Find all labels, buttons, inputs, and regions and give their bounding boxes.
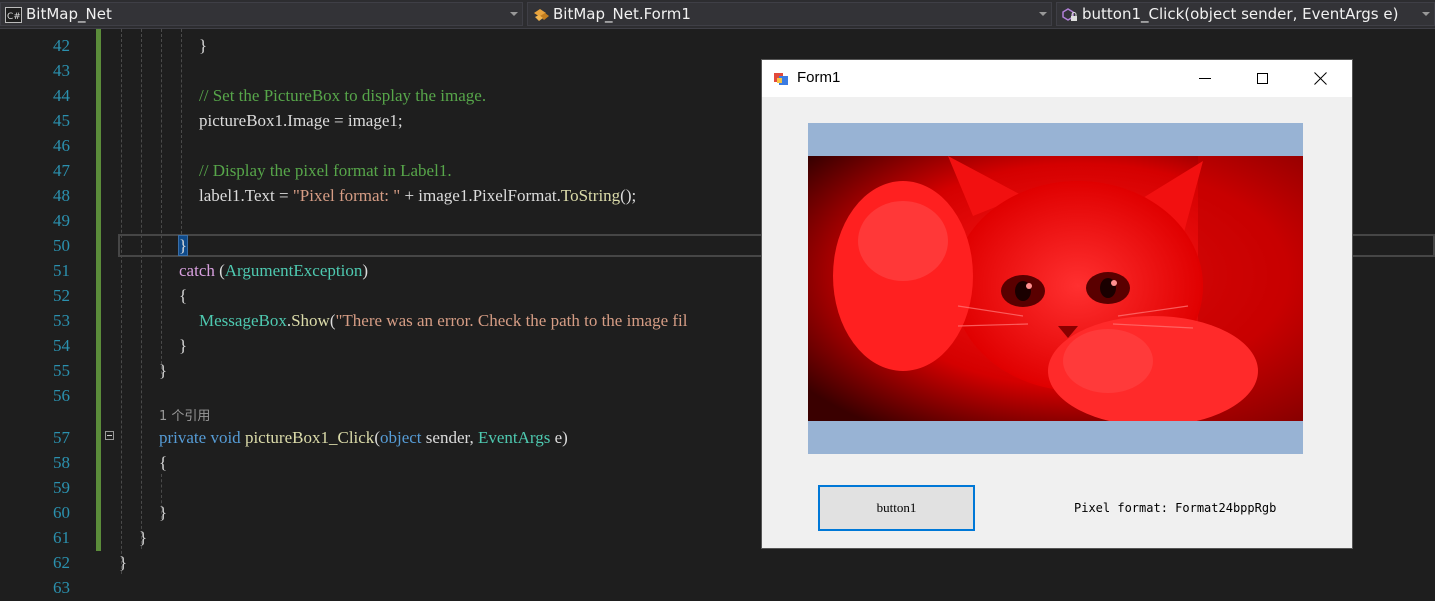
maximize-button[interactable] [1234, 60, 1292, 97]
keyword-token: catch [179, 261, 215, 280]
collapse-toggle-icon[interactable] [105, 431, 114, 440]
code-line-52: { [179, 286, 188, 305]
code-line-48: label1.Text = "Pixel format: " + image1.… [199, 183, 636, 208]
line-number: 48 [53, 186, 70, 205]
chevron-down-icon [1422, 12, 1430, 16]
line-number: 60 [53, 503, 70, 522]
codelens-references[interactable]: 1 个引用 [159, 408, 210, 426]
change-tracking-bar [96, 29, 101, 551]
line-number: 61 [53, 528, 70, 547]
indent-guide [181, 29, 182, 239]
code-line-45: pictureBox1.Image = image1; [199, 111, 403, 130]
line-number: 42 [53, 36, 70, 55]
code-token: ) [362, 261, 368, 280]
line-number: 51 [53, 261, 70, 280]
keyword-token: void [210, 428, 241, 447]
class-dropdown[interactable]: BitMap_Net.Form1 [527, 2, 1052, 26]
class-dropdown-label: BitMap_Net.Form1 [553, 5, 691, 23]
type-token: EventArgs [477, 428, 551, 447]
code-token: ( [214, 261, 225, 280]
line-number: 45 [53, 111, 70, 130]
project-dropdown-label: BitMap_Net [26, 5, 112, 23]
method-token: pictureBox1_Click [244, 428, 375, 447]
line-number: 43 [53, 61, 70, 80]
line-number: 57 [53, 428, 70, 447]
csharp-project-icon: C# [5, 7, 22, 23]
code-line-61: } [139, 528, 148, 547]
indent-guide [141, 29, 142, 549]
line-number: 55 [53, 361, 70, 380]
button1[interactable]: button1 [818, 485, 975, 531]
code-token: (); [620, 186, 637, 205]
maximize-icon [1257, 73, 1268, 84]
navigation-bar: C# BitMap_Net BitMap_Net.Form1 button1_C… [0, 0, 1435, 29]
line-number: 49 [53, 211, 70, 230]
code-line-60: } [159, 503, 168, 522]
type-token: ArgumentException [224, 261, 363, 280]
code-token: + image1.PixelFormat. [400, 186, 561, 205]
picturebox1[interactable] [808, 123, 1303, 454]
member-dropdown[interactable]: button1_Click(object sender, EventArgs e… [1056, 2, 1435, 26]
chevron-down-icon [1039, 12, 1047, 16]
string-literal: "Pixel format: " [292, 186, 401, 205]
line-number: 56 [53, 386, 70, 405]
form1-window: Form1 button1 Pixel format: Format24bppR… [762, 60, 1352, 548]
label1-pixel-format: Pixel format: Format24bppRgb [1074, 501, 1277, 515]
code-line-42: } [199, 36, 208, 55]
line-number: 52 [53, 286, 70, 305]
code-token: sender, [421, 428, 478, 447]
code-line-58: { [159, 453, 168, 472]
line-number: 46 [53, 136, 70, 155]
close-icon [1314, 72, 1327, 85]
code-line-51: catch (ArgumentException) [179, 258, 368, 283]
code-line-44-comment: // Set the PictureBox to display the ima… [199, 86, 487, 105]
form-app-icon [774, 73, 788, 85]
matched-brace: } [177, 235, 189, 256]
code-token: label1.Text = [199, 186, 293, 205]
svg-text:C#: C# [7, 12, 21, 22]
type-token: MessageBox [199, 311, 287, 330]
code-line-50: } [177, 233, 189, 258]
string-literal: "There was an error. Check the path to t… [335, 311, 688, 330]
code-line-55: } [159, 361, 168, 380]
line-number: 62 [53, 553, 70, 572]
form-title: Form1 [797, 69, 841, 86]
keyword-token: private [159, 428, 207, 447]
line-number: 53 [53, 311, 70, 330]
method-token: Show [291, 311, 330, 330]
keyword-token: object [379, 428, 422, 447]
red-kitten-image [808, 156, 1303, 421]
line-number: 63 [53, 578, 70, 597]
code-line-47-comment: // Display the pixel format in Label1. [199, 161, 452, 180]
line-number: 47 [53, 161, 70, 180]
code-line-62: } [119, 553, 128, 572]
class-icon [534, 9, 549, 21]
minimize-icon [1199, 78, 1211, 79]
minimize-button[interactable] [1176, 60, 1234, 97]
method-lock-icon [1062, 8, 1077, 21]
code-token: e) [550, 428, 568, 447]
line-number: 54 [53, 336, 70, 355]
line-number: 58 [53, 453, 70, 472]
code-line-57: private void pictureBox1_Click(object se… [159, 425, 568, 450]
code-line-54: } [179, 336, 188, 355]
line-number: 50 [53, 236, 70, 255]
form-titlebar[interactable]: Form1 [762, 60, 1352, 97]
member-dropdown-label: button1_Click(object sender, EventArgs e… [1082, 5, 1399, 23]
close-button[interactable] [1292, 60, 1350, 97]
project-dropdown[interactable]: C# BitMap_Net [0, 2, 523, 26]
method-token: ToString [560, 186, 621, 205]
chevron-down-icon [510, 12, 518, 16]
line-number: 44 [53, 86, 70, 105]
code-line-53: MessageBox.Show("There was an error. Che… [199, 308, 688, 333]
line-number: 59 [53, 478, 70, 497]
indent-guide [161, 29, 162, 374]
indent-guide [121, 29, 122, 574]
